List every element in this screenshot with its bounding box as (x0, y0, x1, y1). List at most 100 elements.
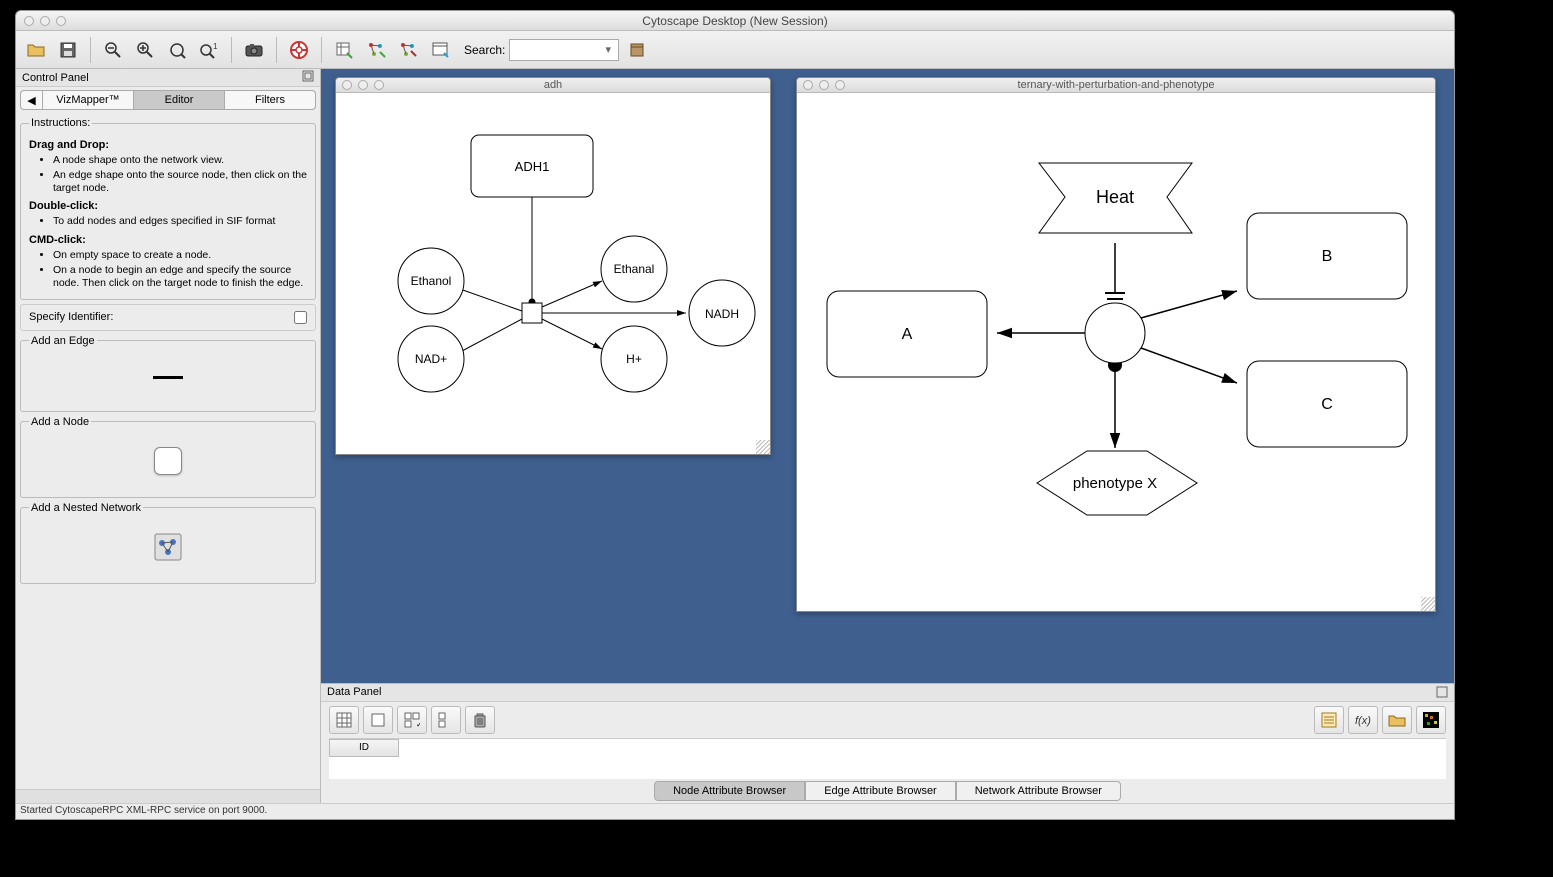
zoom-out-button[interactable] (99, 36, 127, 64)
tab-edge-attribute[interactable]: Edge Attribute Browser (805, 781, 956, 801)
zoom-icon[interactable] (374, 80, 384, 90)
window-title: Cytoscape Desktop (New Session) (642, 14, 827, 28)
create-attribute-button[interactable] (363, 706, 393, 734)
network-window-ternary[interactable]: ternary-with-perturbation-and-phenotype (796, 77, 1436, 612)
svg-text:Ethanal: Ethanal (614, 262, 655, 276)
import-attributes-button[interactable] (1382, 706, 1412, 734)
minimize-icon[interactable] (819, 80, 829, 90)
search-dropdown-icon[interactable]: ▾ (602, 43, 614, 56)
zoom-fit-button[interactable] (163, 36, 191, 64)
resize-grip[interactable] (1421, 597, 1435, 611)
select-attributes-button[interactable] (329, 706, 359, 734)
search-options-button[interactable] (623, 36, 651, 64)
tab-network-attribute[interactable]: Network Attribute Browser (956, 781, 1121, 801)
close-icon[interactable] (803, 80, 813, 90)
folder-open-icon (26, 41, 46, 59)
network-canvas-area[interactable]: adh (321, 69, 1454, 683)
window-icon (431, 41, 449, 59)
add-edge-palette: Add an Edge (20, 335, 316, 412)
attribute-list-button[interactable] (1314, 706, 1344, 734)
control-panel: Control Panel ◀ VizMapper™ Editor Filter… (16, 69, 321, 803)
resize-grip[interactable] (756, 440, 770, 454)
network-window-titlebar[interactable]: ternary-with-perturbation-and-phenotype (797, 78, 1435, 93)
data-panel-tabs: Node Attribute Browser Edge Attribute Br… (321, 779, 1454, 803)
add-node-palette: Add a Node (20, 416, 316, 498)
dock-icon[interactable] (302, 70, 314, 85)
zoom-icon[interactable] (835, 80, 845, 90)
tab-scroll-left[interactable]: ◀ (21, 91, 43, 109)
instruction-item: To add nodes and edges specified in SIF … (53, 214, 307, 229)
svg-text:B: B (1322, 248, 1333, 265)
network-view-adh[interactable]: ADH1 Ethanol NAD+ Ethanal H+ NADH (336, 93, 770, 454)
function-button[interactable]: f(x) (1348, 706, 1378, 734)
network-export-icon (398, 40, 418, 60)
instructions-box: Instructions: Drag and Drop: A node shap… (20, 117, 316, 300)
minimize-window-button[interactable] (40, 16, 50, 26)
app-window: Cytoscape Desktop (New Session) 1 (15, 10, 1455, 820)
status-bar: Started CytoscapeRPC XML-RPC service on … (16, 803, 1454, 819)
nested-network-sample[interactable] (29, 520, 307, 575)
instruction-item: An edge shape onto the source node, then… (53, 168, 307, 196)
tab-vizmapper[interactable]: VizMapper™ (43, 91, 134, 109)
zoom-in-button[interactable] (131, 36, 159, 64)
preferences-button[interactable] (426, 36, 454, 64)
network-window-title: adh (544, 79, 562, 91)
delete-attribute-button[interactable] (465, 706, 495, 734)
import-table-button[interactable] (330, 36, 358, 64)
instructions-legend: Instructions: (29, 117, 92, 129)
tab-node-attribute[interactable]: Node Attribute Browser (654, 781, 805, 801)
unselect-icon (438, 712, 454, 728)
snapshot-button[interactable] (240, 36, 268, 64)
search-field[interactable]: ▾ (509, 39, 619, 61)
network-view-ternary[interactable]: Heat A B C (797, 93, 1435, 611)
attribute-table[interactable]: ID (329, 738, 1446, 779)
minimize-icon[interactable] (358, 80, 368, 90)
svg-text:f(x): f(x) (1355, 715, 1371, 727)
network-window-adh[interactable]: adh (335, 77, 771, 455)
save-button[interactable] (54, 36, 82, 64)
table-column-id[interactable]: ID (329, 739, 399, 757)
window-controls (16, 16, 66, 26)
svg-text:✓: ✓ (416, 720, 420, 728)
instruction-item: A node shape onto the network view. (53, 153, 307, 168)
folder-icon (1388, 713, 1406, 727)
zoom-out-icon (104, 41, 122, 59)
dock-icon[interactable] (1436, 686, 1448, 699)
instruction-item: On a node to begin an edge and specify t… (53, 263, 307, 291)
add-edge-legend: Add an Edge (29, 335, 97, 347)
svg-text:Heat: Heat (1096, 187, 1134, 207)
open-file-button[interactable] (22, 36, 50, 64)
grid-icon (336, 712, 352, 728)
svg-text:C: C (1321, 396, 1333, 413)
unselect-all-button[interactable] (431, 706, 461, 734)
lifebuoy-icon (289, 40, 309, 60)
network-import-icon (366, 40, 386, 60)
heatmap-button[interactable] (1416, 706, 1446, 734)
search-input[interactable] (514, 44, 602, 56)
control-panel-scrollbar[interactable] (16, 789, 320, 803)
network-window-titlebar[interactable]: adh (336, 78, 770, 93)
help-button[interactable] (285, 36, 313, 64)
edge-shape-sample[interactable] (29, 353, 307, 403)
svg-text:Ethanol: Ethanol (411, 274, 452, 288)
double-click-label: Double-click: (29, 200, 307, 212)
fx-icon: f(x) (1353, 712, 1373, 728)
zoom-window-button[interactable] (56, 16, 66, 26)
close-window-button[interactable] (24, 16, 34, 26)
node-adh1: ADH1 (515, 159, 550, 174)
node-shape-sample[interactable] (29, 434, 307, 489)
main-toolbar: 1 Search: ▾ (16, 31, 1454, 69)
svg-text:phenotype X: phenotype X (1073, 475, 1157, 492)
zoom-in-icon (136, 41, 154, 59)
tab-filters[interactable]: Filters (225, 91, 315, 109)
export-network-button[interactable] (394, 36, 422, 64)
close-icon[interactable] (342, 80, 352, 90)
center-area: adh (321, 69, 1454, 803)
select-all-button[interactable]: ✓ (397, 706, 427, 734)
specify-identifier-checkbox[interactable] (294, 311, 307, 324)
zoom-selected-button[interactable]: 1 (195, 36, 223, 64)
list-icon (1321, 712, 1337, 728)
tab-editor[interactable]: Editor (134, 91, 225, 109)
import-network-button[interactable] (362, 36, 390, 64)
add-nested-legend: Add a Nested Network (29, 502, 143, 514)
